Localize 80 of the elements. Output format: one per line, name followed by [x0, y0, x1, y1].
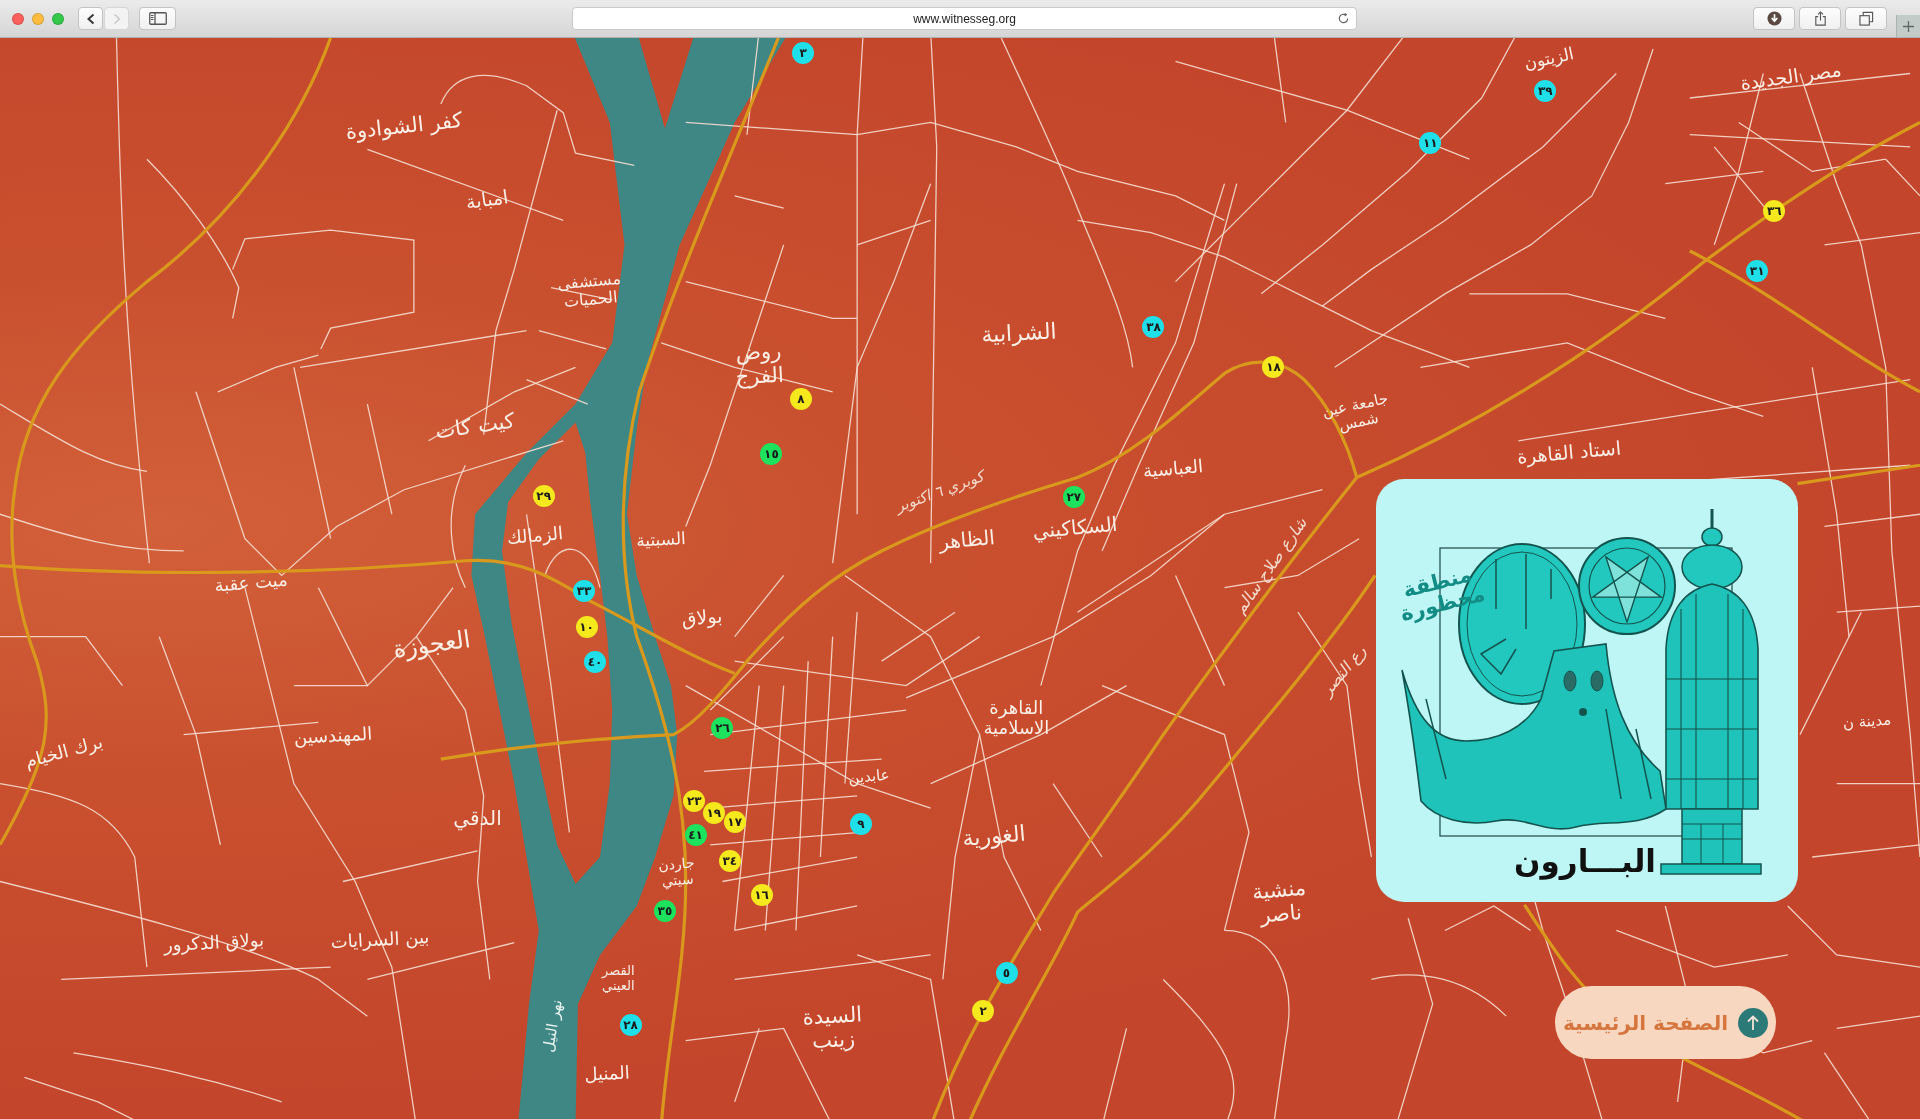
district-label: العجوزة [391, 626, 473, 665]
district-label: كفر الشوادوة [344, 108, 464, 145]
map-marker[interactable]: ١٥ [760, 443, 783, 466]
card-title: البـــارون [1514, 843, 1656, 878]
district-label: القاهرة الاسلامية [982, 698, 1051, 740]
map-marker[interactable]: ٢٨ [619, 1013, 642, 1036]
district-label: بولاق [680, 605, 723, 631]
district-label: السيدة زينب [800, 1002, 864, 1055]
map-marker[interactable]: ٢٣ [683, 789, 706, 812]
district-label: الظاهر [938, 526, 997, 554]
district-label: السكاكيني [1031, 512, 1119, 543]
map-marker[interactable]: ٣٦ [1763, 199, 1786, 222]
map-marker[interactable]: ١٦ [750, 883, 773, 906]
map-marker[interactable]: ١٩ [702, 801, 725, 824]
map-marker[interactable]: ٣ [792, 41, 815, 64]
zoom-icon[interactable] [52, 12, 64, 25]
sidebar-button[interactable] [139, 7, 176, 30]
district-label: استاد القاهرة [1515, 437, 1622, 469]
map-marker[interactable]: ١٧ [723, 810, 746, 833]
url-field[interactable]: www.witnesseg.org [572, 7, 1357, 30]
close-icon[interactable] [12, 12, 24, 25]
new-tab-button[interactable] [1896, 15, 1920, 37]
district-label: منشية ناصر [1249, 875, 1308, 930]
map-marker[interactable]: ٨ [789, 388, 812, 411]
map-marker[interactable]: ٢٩ [532, 484, 555, 507]
district-label: القصر العيني [600, 964, 636, 995]
map-marker[interactable]: ٩ [849, 812, 872, 835]
district-label: روض الفرج [734, 337, 786, 390]
tabs-button[interactable] [1845, 7, 1887, 30]
map-marker[interactable]: ١٠ [575, 615, 598, 638]
district-label: الدقي [453, 806, 502, 830]
district-label: مستشفى الحميات [555, 269, 623, 313]
map-marker[interactable]: ٤١ [684, 823, 707, 846]
arrow-up-icon [1738, 1007, 1769, 1038]
map-marker[interactable]: ٣٣ [573, 580, 596, 603]
district-label: كيت كات [433, 408, 517, 444]
map-marker[interactable]: ٢٧ [1062, 486, 1085, 509]
map-marker[interactable]: ١١ [1419, 132, 1442, 155]
district-label: مدينة ن [1842, 711, 1893, 734]
illustration-caption: منطقة محظورة [1396, 561, 1489, 627]
district-label: بين السرايات [329, 927, 430, 954]
district-label: جاردن سيتي [656, 853, 697, 890]
district-label: الشرابية [980, 318, 1057, 348]
district-label: امبابة [464, 185, 510, 214]
download-icon [1766, 11, 1782, 26]
district-label: جامعة عين شمس [1319, 389, 1391, 437]
street-label: شارع صلاح سالم [1231, 514, 1311, 618]
download-button[interactable] [1753, 7, 1795, 30]
sidebar-icon [148, 12, 167, 25]
district-label: العباسية [1142, 456, 1204, 482]
tabs-icon [1858, 11, 1874, 26]
river-label: نهر النيل [540, 998, 567, 1054]
map-marker[interactable]: ٣٨ [1142, 315, 1165, 338]
district-label: السبتية [635, 528, 687, 551]
district-label: المنيل [584, 1062, 631, 1086]
district-label: المهندسين [293, 723, 373, 749]
district-label: بولاق الدكرور [163, 929, 265, 956]
district-label: الغورية [961, 820, 1027, 852]
district-label: عابدين [848, 767, 891, 788]
map-marker[interactable]: ٣٤ [718, 849, 741, 872]
district-label: برك الخيام [22, 731, 105, 772]
district-label: مصر الجديدة [1739, 59, 1844, 96]
district-label: الزمالك [506, 523, 564, 549]
map-marker[interactable]: ٢ [972, 1000, 995, 1023]
map-marker[interactable]: ٢٦ [711, 717, 734, 740]
map-marker[interactable]: ٣١ [1746, 259, 1769, 282]
map-marker[interactable]: ٣٩ [1534, 79, 1557, 102]
map-marker[interactable]: ٣٥ [653, 899, 676, 922]
map-marker[interactable]: ١٨ [1262, 356, 1285, 379]
back-button[interactable] [78, 7, 103, 30]
share-icon [1812, 11, 1828, 26]
map-marker[interactable]: ٤٠ [584, 651, 607, 674]
map-marker[interactable]: ٥ [995, 962, 1018, 985]
share-button[interactable] [1799, 7, 1841, 30]
street-label: كوبري ٦ اكتوبر [893, 468, 987, 517]
street-label: رع النصر [1318, 642, 1371, 700]
district-label: ميت عقبة [213, 569, 289, 597]
plus-icon [1903, 20, 1914, 32]
reload-icon[interactable] [1337, 12, 1350, 25]
district-label: الزيتون [1522, 44, 1576, 74]
